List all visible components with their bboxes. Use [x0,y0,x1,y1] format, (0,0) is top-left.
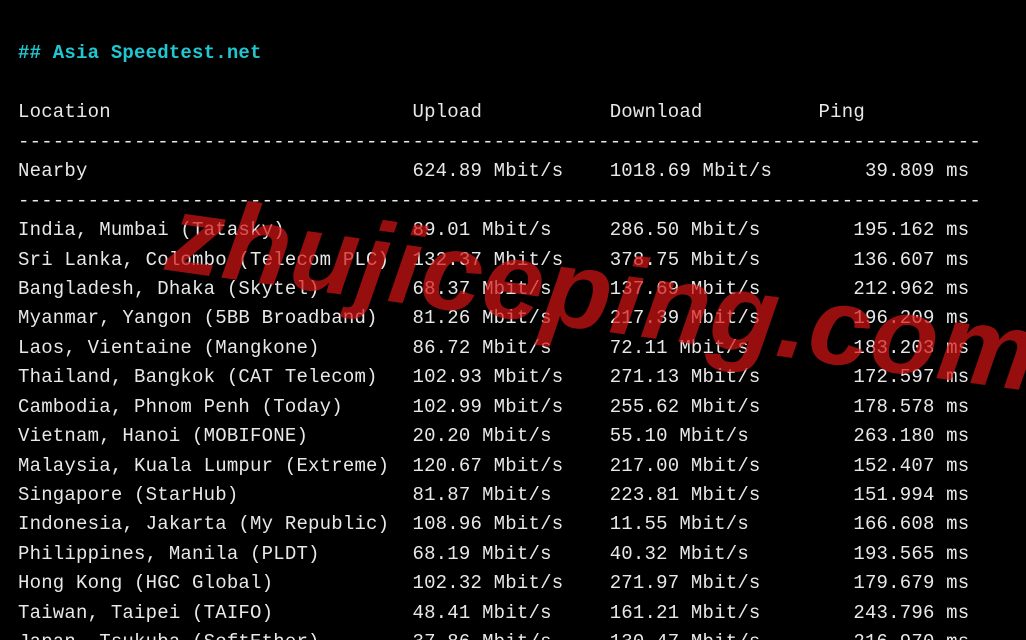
cell-upload: 132.37 Mbit/s [412,249,609,271]
cell-ping: 195.162 ms [819,219,970,241]
cell-location: India, Mumbai (Tatasky) [18,219,412,241]
cell-ping: 193.565 ms [819,543,970,565]
separator-line: ----------------------------------------… [18,131,981,153]
nearby-row: Nearby 624.89 Mbit/s 1018.69 Mbit/s 39.8… [18,160,969,182]
results-body: India, Mumbai (Tatasky) 89.01 Mbit/s 286… [18,219,969,640]
cell-location: Indonesia, Jakarta (My Republic) [18,513,412,535]
cell-ping: 243.796 ms [819,602,970,624]
cell-location: Bangladesh, Dhaka (Skytel) [18,278,412,300]
nearby-upload: 624.89 Mbit/s [412,160,609,182]
cell-download: 161.21 Mbit/s [610,602,819,624]
table-row: Sri Lanka, Colombo (Telecom PLC) 132.37 … [18,249,969,271]
cell-ping: 183.203 ms [819,337,970,359]
cell-ping: 172.597 ms [819,366,970,388]
cell-upload: 37.86 Mbit/s [412,631,609,640]
header-download: Download [610,101,819,123]
cell-location: Singapore (StarHub) [18,484,412,506]
cell-ping: 263.180 ms [819,425,970,447]
table-row: Philippines, Manila (PLDT) 68.19 Mbit/s … [18,543,969,565]
cell-location: Hong Kong (HGC Global) [18,572,412,594]
cell-upload: 81.26 Mbit/s [412,307,609,329]
cell-upload: 48.41 Mbit/s [412,602,609,624]
cell-ping: 179.679 ms [819,572,970,594]
cell-download: 223.81 Mbit/s [610,484,819,506]
terminal-output: ## Asia Speedtest.net Location Upload Do… [0,0,1026,640]
cell-ping: 136.607 ms [819,249,970,271]
nearby-download: 1018.69 Mbit/s [610,160,819,182]
table-row: Malaysia, Kuala Lumpur (Extreme) 120.67 … [18,455,969,477]
cell-location: Taiwan, Taipei (TAIFO) [18,602,412,624]
cell-ping: 151.994 ms [819,484,970,506]
table-row: Japan, Tsukuba (SoftEther) 37.86 Mbit/s … [18,631,969,640]
cell-location: Sri Lanka, Colombo (Telecom PLC) [18,249,412,271]
cell-upload: 108.96 Mbit/s [412,513,609,535]
cell-download: 72.11 Mbit/s [610,337,819,359]
cell-upload: 81.87 Mbit/s [412,484,609,506]
cell-upload: 89.01 Mbit/s [412,219,609,241]
cell-upload: 102.99 Mbit/s [412,396,609,418]
section-title: ## Asia Speedtest.net [18,42,262,64]
cell-ping: 152.407 ms [819,455,970,477]
cell-ping: 196.209 ms [819,307,970,329]
table-row: Taiwan, Taipei (TAIFO) 48.41 Mbit/s 161.… [18,602,969,624]
cell-ping: 212.962 ms [819,278,970,300]
cell-location: Laos, Vientaine (Mangkone) [18,337,412,359]
cell-ping: 166.608 ms [819,513,970,535]
cell-location: Japan, Tsukuba (SoftEther) [18,631,412,640]
cell-upload: 102.32 Mbit/s [412,572,609,594]
table-row: Singapore (StarHub) 81.87 Mbit/s 223.81 … [18,484,969,506]
separator-line: ----------------------------------------… [18,190,981,212]
cell-upload: 68.19 Mbit/s [412,543,609,565]
cell-ping: 216.970 ms [819,631,970,640]
header-ping: Ping [819,101,970,123]
table-row: India, Mumbai (Tatasky) 89.01 Mbit/s 286… [18,219,969,241]
header-upload: Upload [412,101,609,123]
header-location: Location [18,101,412,123]
cell-download: 271.97 Mbit/s [610,572,819,594]
cell-location: Malaysia, Kuala Lumpur (Extreme) [18,455,412,477]
cell-download: 255.62 Mbit/s [610,396,819,418]
table-row: Vietnam, Hanoi (MOBIFONE) 20.20 Mbit/s 5… [18,425,969,447]
cell-upload: 120.67 Mbit/s [412,455,609,477]
cell-ping: 178.578 ms [819,396,970,418]
cell-location: Thailand, Bangkok (CAT Telecom) [18,366,412,388]
cell-download: 137.69 Mbit/s [610,278,819,300]
table-row: Cambodia, Phnom Penh (Today) 102.99 Mbit… [18,396,969,418]
cell-download: 11.55 Mbit/s [610,513,819,535]
cell-download: 286.50 Mbit/s [610,219,819,241]
cell-download: 55.10 Mbit/s [610,425,819,447]
table-row: Indonesia, Jakarta (My Republic) 108.96 … [18,513,969,535]
cell-upload: 86.72 Mbit/s [412,337,609,359]
header-row: Location Upload Download Ping [18,101,969,123]
cell-download: 40.32 Mbit/s [610,543,819,565]
cell-download: 378.75 Mbit/s [610,249,819,271]
cell-download: 130.47 Mbit/s [610,631,819,640]
table-row: Laos, Vientaine (Mangkone) 86.72 Mbit/s … [18,337,969,359]
nearby-ping: 39.809 ms [819,160,970,182]
cell-location: Philippines, Manila (PLDT) [18,543,412,565]
cell-location: Myanmar, Yangon (5BB Broadband) [18,307,412,329]
cell-upload: 68.37 Mbit/s [412,278,609,300]
table-row: Thailand, Bangkok (CAT Telecom) 102.93 M… [18,366,969,388]
cell-location: Cambodia, Phnom Penh (Today) [18,396,412,418]
cell-location: Vietnam, Hanoi (MOBIFONE) [18,425,412,447]
cell-download: 217.39 Mbit/s [610,307,819,329]
cell-download: 217.00 Mbit/s [610,455,819,477]
cell-upload: 20.20 Mbit/s [412,425,609,447]
table-row: Myanmar, Yangon (5BB Broadband) 81.26 Mb… [18,307,969,329]
cell-upload: 102.93 Mbit/s [412,366,609,388]
nearby-location: Nearby [18,160,412,182]
table-row: Bangladesh, Dhaka (Skytel) 68.37 Mbit/s … [18,278,969,300]
table-row: Hong Kong (HGC Global) 102.32 Mbit/s 271… [18,572,969,594]
cell-download: 271.13 Mbit/s [610,366,819,388]
